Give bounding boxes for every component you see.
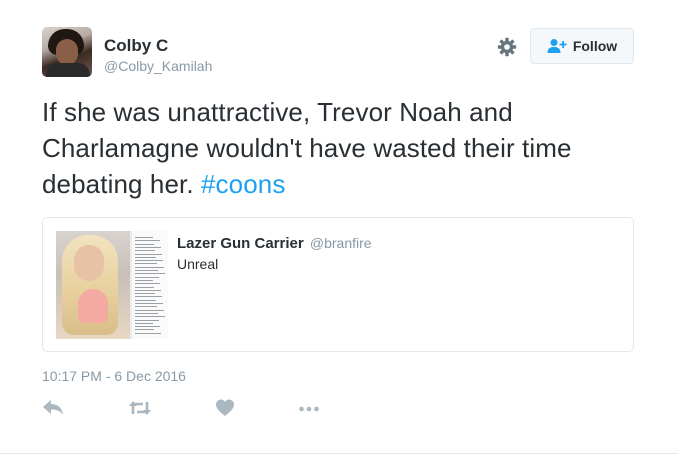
thumbnail-text-line [135,276,159,278]
author-handle[interactable]: @Colby_Kamilah [104,58,212,74]
quoted-author-name: Lazer Gun Carrier [177,235,304,252]
thumbnail-text-line [135,316,165,318]
author-name[interactable]: Colby C [104,36,168,56]
thumbnail-text-line [135,332,161,334]
thumbnail-text-line [135,299,156,301]
thumbnail-text-line [135,260,163,262]
thumbnail-text-line [135,319,159,321]
thumbnail-text-line [135,322,153,324]
thumbnail-text-line [135,240,160,242]
add-user-icon [547,38,567,54]
tweet-text: If she was unattractive, Trevor Noah and… [42,94,642,202]
thumbnail-text-line [135,263,157,265]
thumbnail-text-line [135,270,158,271]
thumbnail-text-line [135,279,153,281]
thumbnail-text-line [135,283,160,285]
quoted-tweet-text: Unreal [177,256,219,272]
thumbnail-text-line [135,303,163,304]
gear-icon[interactable] [497,37,517,57]
thumbnail-text-line [135,326,160,328]
tweet-timestamp[interactable]: 10:17 PM - 6 Dec 2016 [42,368,186,384]
more-icon[interactable] [298,398,322,420]
tweet-card: Colby C @Colby_Kamilah Follow If she was… [0,0,678,454]
quoted-media-thumbnail[interactable] [56,231,168,339]
thumbnail-text-line [135,256,156,258]
thumbnail-text-line [135,250,155,252]
hashtag-link[interactable]: #coons [201,169,285,199]
thumbnail-text-line [135,243,154,245]
thumbnail-text-line [135,312,158,314]
quoted-photo-cupcake [78,289,108,323]
thumbnail-text-line [135,237,153,238]
thumbnail-text-line [135,329,154,331]
thumbnail-text-line [135,296,162,298]
quoted-screenshot-text [132,231,168,339]
avatar-face [56,39,78,65]
thumbnail-text-line [135,286,154,288]
follow-button[interactable]: Follow [530,28,634,64]
follow-label: Follow [572,38,618,54]
quoted-author-handle: @branfire [309,235,372,251]
thumbnail-text-line [135,289,161,291]
thumbnail-text-line [135,309,164,311]
retweet-icon[interactable] [128,398,152,420]
avatar-shirt [46,63,90,77]
thumbnail-text-line [135,293,155,295]
quoted-photo [56,231,130,339]
thumbnail-text-line [135,266,164,268]
quoted-tweet[interactable]: Lazer Gun Carrier @branfire Unreal [42,217,634,352]
tweet-body: If she was unattractive, Trevor Noah and… [42,97,572,199]
reply-icon[interactable] [42,398,66,420]
thumbnail-text-line [135,273,165,275]
thumbnail-text-line [135,246,161,248]
thumbnail-text-line [135,306,157,308]
heart-icon[interactable] [215,398,239,420]
quoted-author: Lazer Gun Carrier @branfire [177,235,372,252]
author-avatar[interactable] [42,27,92,77]
thumbnail-text-line [135,253,162,255]
quoted-photo-face [74,245,104,281]
